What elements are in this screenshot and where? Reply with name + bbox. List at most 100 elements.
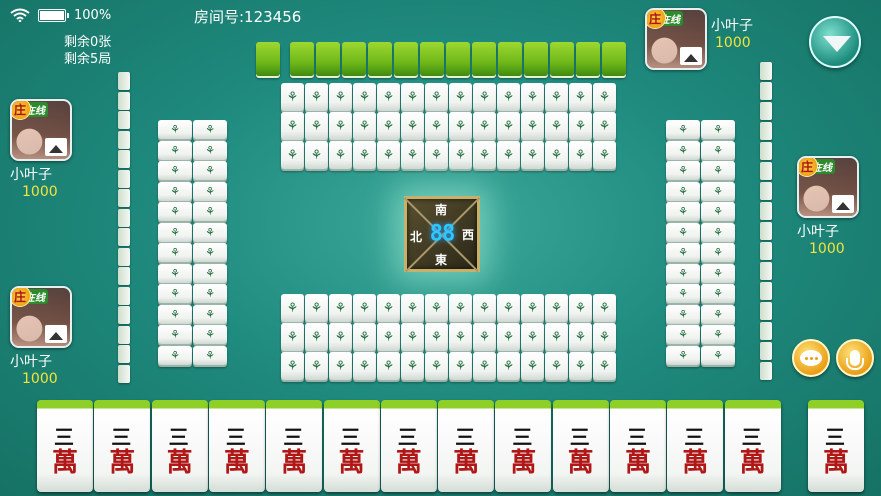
tile-mark: ⚘ (502, 147, 515, 163)
tile-mark: ⚘ (310, 147, 323, 163)
opponent-tile-back (760, 162, 772, 180)
player-left-bottom[interactable]: 庄在线 小叶子 1000 (10, 286, 100, 387)
discard-tile: ⚘ (353, 83, 376, 111)
hand-tile[interactable]: 三萬 (151, 400, 208, 492)
hand-tile[interactable]: 三萬 (610, 400, 666, 492)
tile-mark: ⚘ (598, 89, 611, 105)
tile-mark: ⚘ (406, 358, 419, 374)
discard-tile: ⚘ (666, 140, 700, 160)
tile-mark: ⚘ (478, 118, 491, 134)
tile-mark: ⚘ (454, 89, 467, 105)
hand-tile[interactable]: 三萬 (495, 400, 552, 492)
tile-mark: ⚘ (310, 89, 323, 105)
chat-button[interactable] (792, 339, 830, 377)
player-top[interactable]: 庄在线 小叶子 1000 (645, 8, 785, 70)
tile-mark: ⚘ (678, 205, 688, 218)
discard-tile: ⚘ (193, 140, 227, 160)
player-right[interactable]: 庄在线 小叶子 1000 (797, 156, 881, 257)
tile-mark: ⚘ (574, 329, 587, 345)
opponent-tile-back (118, 345, 130, 363)
opponent-tile-back (760, 102, 772, 120)
discard-tile: ⚘ (158, 140, 192, 160)
discard-tile: ⚘ (593, 352, 616, 380)
tile-mark: ⚘ (170, 143, 180, 157)
hand-tile[interactable]: 三萬 (380, 400, 437, 492)
discard-tile: ⚘ (449, 83, 472, 111)
tile-mark: ⚘ (574, 147, 587, 163)
tile-mark: ⚘ (678, 246, 688, 259)
tile-mark: ⚘ (713, 184, 723, 198)
hand-tile[interactable]: 三萬 (208, 400, 265, 492)
hand-tile[interactable]: 三萬 (438, 400, 495, 492)
tile-mark: ⚘ (310, 300, 323, 316)
opponent-tile-back (576, 42, 600, 76)
tile-mark: ⚘ (526, 118, 539, 134)
discard-tile: ⚘ (545, 83, 568, 111)
discard-tile: ⚘ (158, 325, 192, 344)
hand-tile[interactable]: 三萬 (724, 400, 781, 492)
tile-mark: ⚘ (430, 329, 443, 345)
discard-tile: ⚘ (193, 181, 227, 201)
tile-mark: ⚘ (286, 358, 299, 374)
player-left-top[interactable]: 庄在线 小叶子 1000 (10, 99, 100, 200)
discard-tile: ⚘ (666, 202, 700, 221)
tile-mark: ⚘ (478, 300, 491, 316)
hand-tile[interactable]: 三萬 (667, 400, 724, 492)
tile-mark: ⚘ (430, 300, 443, 316)
tile-mark: ⚘ (334, 118, 347, 134)
discard-tile: ⚘ (377, 294, 400, 322)
discard-tile: ⚘ (521, 323, 544, 351)
tile-mark: ⚘ (205, 164, 215, 177)
menu-dropdown-button[interactable] (809, 16, 861, 68)
discard-tile: ⚘ (701, 243, 735, 262)
hand-tile[interactable]: 三萬 (808, 400, 864, 492)
hand-tile[interactable]: 三萬 (37, 400, 93, 492)
discard-tile: ⚘ (497, 352, 520, 380)
wind-compass: 南 北 西 東 88 (403, 196, 481, 273)
tile-suit: 萬 (51, 448, 78, 478)
hand-tile[interactable]: 三萬 (323, 400, 380, 492)
tile-mark: ⚘ (550, 329, 563, 345)
discard-tile: ⚘ (281, 323, 304, 351)
voice-button[interactable] (836, 339, 874, 377)
discard-tile: ⚘ (545, 141, 568, 169)
avatar[interactable]: 庄在线 (10, 286, 72, 348)
tile-mark: ⚘ (678, 348, 688, 362)
player-name: 小叶子 (10, 167, 52, 183)
tile-mark: ⚘ (713, 328, 723, 341)
avatar[interactable]: 庄在线 (797, 156, 859, 218)
discard-tile: ⚘ (329, 323, 352, 351)
tile-mark: ⚘ (526, 89, 539, 105)
discard-tile: ⚘ (666, 345, 700, 365)
discard-tile: ⚘ (521, 83, 544, 111)
discard-tile: ⚘ (353, 323, 376, 351)
wifi-icon (10, 8, 30, 23)
tile-mark: ⚘ (170, 246, 180, 259)
tile-mark: ⚘ (286, 147, 299, 163)
tile-mark: ⚘ (713, 164, 723, 177)
avatar[interactable]: 庄在线 (10, 99, 72, 161)
tile-mark: ⚘ (550, 358, 563, 374)
tile-mark: ⚘ (526, 329, 539, 345)
hand-tile[interactable]: 三萬 (94, 400, 151, 492)
hand-tile[interactable]: 三萬 (266, 400, 323, 492)
tile-mark: ⚘ (205, 287, 215, 300)
discard-tile: ⚘ (193, 243, 227, 262)
tile-mark: ⚘ (598, 358, 611, 374)
tile-number: 三 (569, 425, 592, 449)
opponent-tile-back (760, 262, 772, 280)
discard-tile: ⚘ (425, 323, 448, 351)
discard-tile: ⚘ (305, 112, 328, 140)
tile-mark: ⚘ (358, 358, 371, 374)
status-bar: 100% (10, 6, 111, 24)
tile-mark: ⚘ (406, 300, 419, 316)
tile-mark: ⚘ (334, 147, 347, 163)
opponent-tile-back (118, 286, 130, 305)
avatar[interactable]: 庄在线 (645, 8, 707, 70)
hand-tile[interactable]: 三萬 (552, 400, 609, 492)
discard-tile: ⚘ (666, 222, 700, 242)
opponent-tile-back (760, 222, 772, 240)
discard-tile: ⚘ (193, 120, 227, 139)
tile-mark: ⚘ (382, 329, 395, 345)
discard-tile: ⚘ (666, 284, 700, 303)
